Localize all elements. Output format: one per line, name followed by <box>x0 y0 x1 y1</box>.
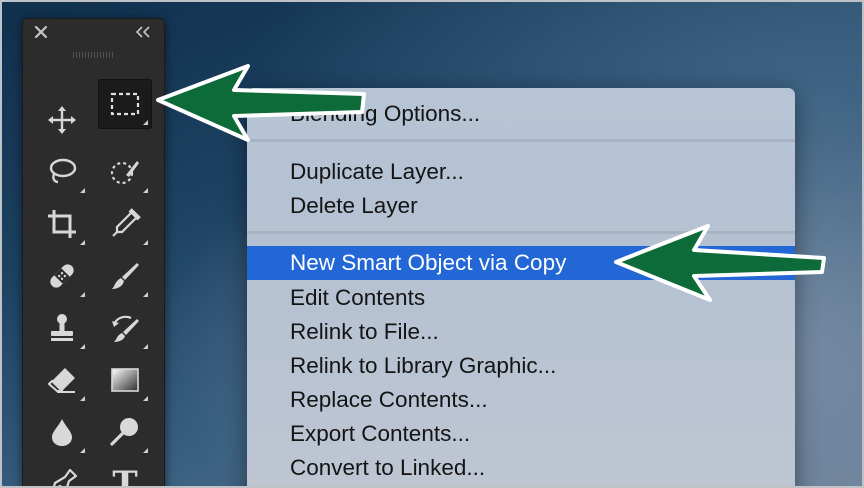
tool-flyout-indicator <box>143 396 148 401</box>
pen-icon <box>52 468 78 486</box>
tool-flyout-indicator <box>143 240 148 245</box>
stamp-icon <box>51 314 73 341</box>
menu-item-relink-to-file[interactable]: Relink to File... <box>247 315 795 349</box>
annotation-arrow-menu-item <box>614 224 826 302</box>
panel-grip[interactable] <box>73 52 115 58</box>
crop-tool[interactable] <box>35 199 89 249</box>
tool-flyout-indicator <box>80 240 85 245</box>
tool-flyout-indicator <box>80 292 85 297</box>
drop-icon <box>52 419 72 446</box>
menu-item-duplicate-layer[interactable]: Duplicate Layer... <box>247 155 795 189</box>
quick-selection-tool[interactable] <box>98 147 152 197</box>
tool-flyout-indicator <box>143 188 148 193</box>
quick-selection-icon <box>110 161 139 185</box>
marquee-icon <box>110 92 140 116</box>
tool-flyout-indicator <box>143 448 148 453</box>
menu-item-replace-contents[interactable]: Replace Contents... <box>247 383 795 417</box>
eyedropper-tool[interactable] <box>98 199 152 249</box>
menu-item-export-contents[interactable]: Export Contents... <box>247 417 795 451</box>
tool-flyout-indicator <box>80 188 85 193</box>
brush-icon <box>112 263 139 289</box>
menu-item-relink-to-library-graphic[interactable]: Relink to Library Graphic... <box>247 349 795 383</box>
eyedropper-icon <box>112 208 141 237</box>
blur-tool[interactable] <box>35 407 89 457</box>
menu-item-delete-layer[interactable]: Delete Layer <box>247 189 795 223</box>
tools-panel-header <box>23 19 164 49</box>
tool-flyout-indicator <box>143 344 148 349</box>
move-icon <box>48 106 76 134</box>
tool-flyout-indicator <box>80 344 85 349</box>
healing-brush-tool[interactable] <box>35 251 89 301</box>
crop-icon <box>48 210 76 238</box>
dodge-tool[interactable] <box>98 407 152 457</box>
screenshot-frame: T Blending Options... Duplicate Layer...… <box>0 0 864 488</box>
eraser-icon <box>47 368 75 393</box>
history-brush-tool[interactable] <box>98 303 152 353</box>
history-brush-icon <box>112 315 139 342</box>
menu-item-convert-to-linked[interactable]: Convert to Linked... <box>247 451 795 485</box>
tool-flyout-indicator <box>143 292 148 297</box>
annotation-arrow-marquee <box>156 64 366 142</box>
clone-stamp-tool[interactable] <box>35 303 89 353</box>
gradient-tool[interactable] <box>98 355 152 405</box>
gradient-icon <box>111 368 139 392</box>
bandage-icon <box>50 264 74 288</box>
lasso-tool[interactable] <box>35 147 89 197</box>
double-chevron-left-icon[interactable] <box>134 25 152 39</box>
rectangular-marquee-tool[interactable] <box>98 79 152 129</box>
pen-tool[interactable] <box>35 459 89 486</box>
tool-flyout-indicator <box>80 396 85 401</box>
brush-tool[interactable] <box>98 251 152 301</box>
tool-flyout-indicator <box>80 448 85 453</box>
type-icon: T <box>112 464 138 488</box>
move-tool[interactable] <box>35 95 89 145</box>
tools-panel: T <box>22 18 165 488</box>
type-tool[interactable]: T <box>98 459 152 488</box>
lasso-icon <box>49 158 77 184</box>
tool-flyout-indicator <box>143 120 148 125</box>
dodge-icon <box>110 418 138 446</box>
close-icon[interactable] <box>33 24 49 40</box>
eraser-tool[interactable] <box>35 355 89 405</box>
